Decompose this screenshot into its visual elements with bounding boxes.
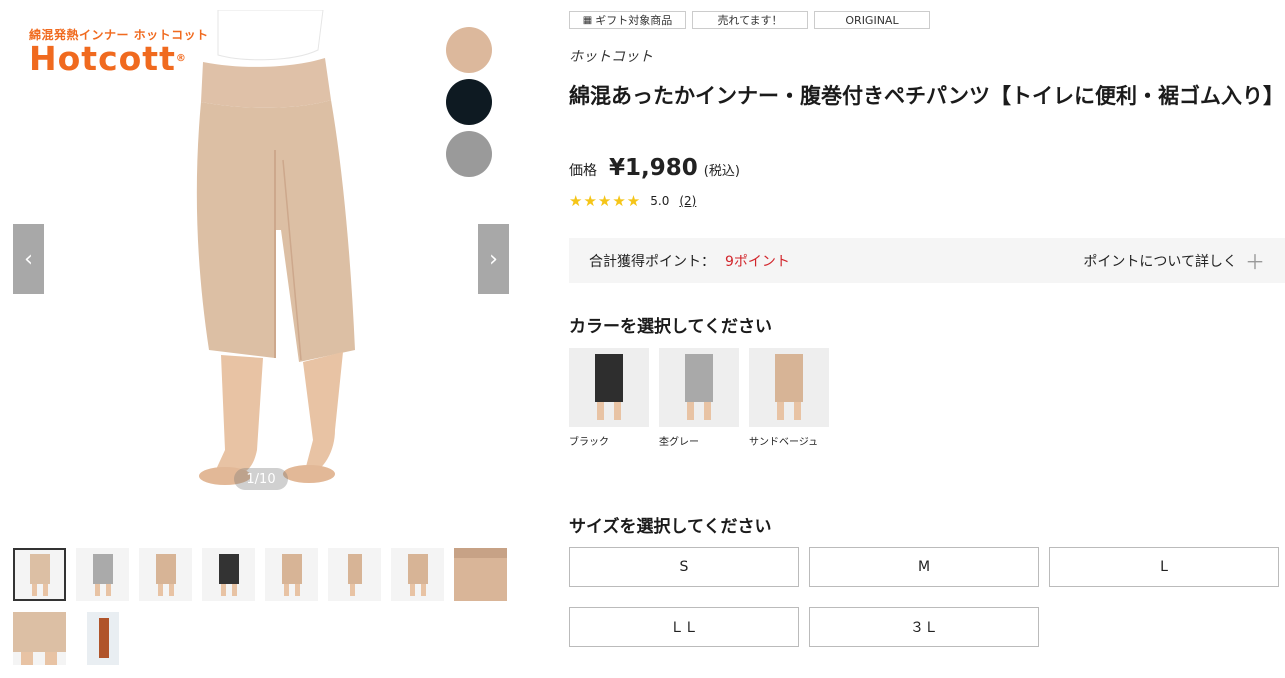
points-bar: 合計獲得ポイント： 9ポイント ポイントについて詳しく ＋ xyxy=(569,238,1285,283)
brand-logo-name: Hotcott® xyxy=(29,39,187,78)
size-section-title: サイズを選択してください xyxy=(569,517,772,537)
thumbnail-5[interactable] xyxy=(265,548,318,601)
thumbnail-3[interactable] xyxy=(139,548,192,601)
product-title: 綿混あったかインナー・腹巻付きペチパンツ【トイレに便利・裾ゴム入り】 xyxy=(569,84,1285,108)
size-button-ll[interactable]: ＬＬ xyxy=(569,607,799,647)
color-option-black[interactable]: ブラック xyxy=(569,348,649,448)
points-label: 合計獲得ポイント： xyxy=(589,253,715,270)
rating-value: 5.0 xyxy=(650,194,670,208)
points-value: 9ポイント xyxy=(725,253,790,270)
swatch-gray xyxy=(446,131,492,177)
color-option-sand-beige[interactable]: サンドベージュ xyxy=(749,348,829,448)
color-image-gray xyxy=(659,348,739,427)
color-option-gray[interactable]: 杢グレー xyxy=(659,348,739,448)
badge-row: ▦ ギフト対象商品 売れてます！ ORIGINAL xyxy=(569,11,930,29)
gift-icon: ▦ xyxy=(582,14,593,26)
thumbnail-10[interactable] xyxy=(87,612,119,665)
next-image-button[interactable]: › xyxy=(478,224,509,294)
thumbnail-4[interactable] xyxy=(202,548,255,601)
review-count-link[interactable]: (2) xyxy=(679,194,696,208)
plus-icon: ＋ xyxy=(1245,250,1265,274)
prev-image-button[interactable]: ‹ xyxy=(13,224,44,294)
thumbnail-9[interactable] xyxy=(13,612,66,665)
thumbnail-7[interactable] xyxy=(391,548,444,601)
tax-label: (税込) xyxy=(703,164,740,179)
price-label: 価格 xyxy=(569,163,597,179)
points-info-label: ポイントについて詳しく xyxy=(1083,253,1237,270)
original-badge: ORIGINAL xyxy=(814,11,930,29)
thumbnail-6[interactable] xyxy=(328,548,381,601)
product-gallery: 綿混発熱インナー ホットコット Hotcott® ‹ › 1/10 xyxy=(13,10,509,494)
size-button-l[interactable]: L xyxy=(1049,547,1279,587)
brand-name[interactable]: ホットコット xyxy=(569,46,653,66)
color-image-sand-beige xyxy=(749,348,829,427)
swatch-beige xyxy=(446,27,492,73)
swatch-black xyxy=(446,79,492,125)
thumbnail-2[interactable] xyxy=(76,548,129,601)
main-product-image: 綿混発熱インナー ホットコット Hotcott® xyxy=(13,10,509,494)
gift-badge: ▦ ギフト対象商品 xyxy=(569,11,686,29)
size-button-3l[interactable]: ３Ｌ xyxy=(809,607,1039,647)
bestseller-badge: 売れてます！ xyxy=(692,11,808,29)
pants-illustration xyxy=(196,10,355,485)
star-rating-icon: ★★★★★ xyxy=(569,192,642,210)
color-name-sand-beige: サンドベージュ xyxy=(749,437,819,448)
brand-logo: 綿混発熱インナー ホットコット Hotcott® xyxy=(29,26,209,75)
points-info-link[interactable]: ポイントについて詳しく ＋ xyxy=(1083,246,1265,275)
thumbnail-8[interactable] xyxy=(454,548,507,601)
color-section-title: カラーを選択してください xyxy=(569,317,772,337)
color-image-black xyxy=(569,348,649,427)
price-row: 価格 ¥1,980 (税込) xyxy=(569,155,740,181)
size-button-m[interactable]: M xyxy=(809,547,1039,587)
price-value: ¥1,980 xyxy=(609,155,698,181)
thumbnail-1[interactable] xyxy=(13,548,66,601)
rating-row: ★★★★★ 5.0 (2) xyxy=(569,192,696,210)
color-options: ブラック 杢グレー サンドベージュ xyxy=(569,348,829,448)
color-name-black: ブラック xyxy=(569,437,609,448)
color-name-gray: 杢グレー xyxy=(659,437,699,448)
image-counter: 1/10 xyxy=(234,468,288,490)
size-button-s[interactable]: S xyxy=(569,547,799,587)
